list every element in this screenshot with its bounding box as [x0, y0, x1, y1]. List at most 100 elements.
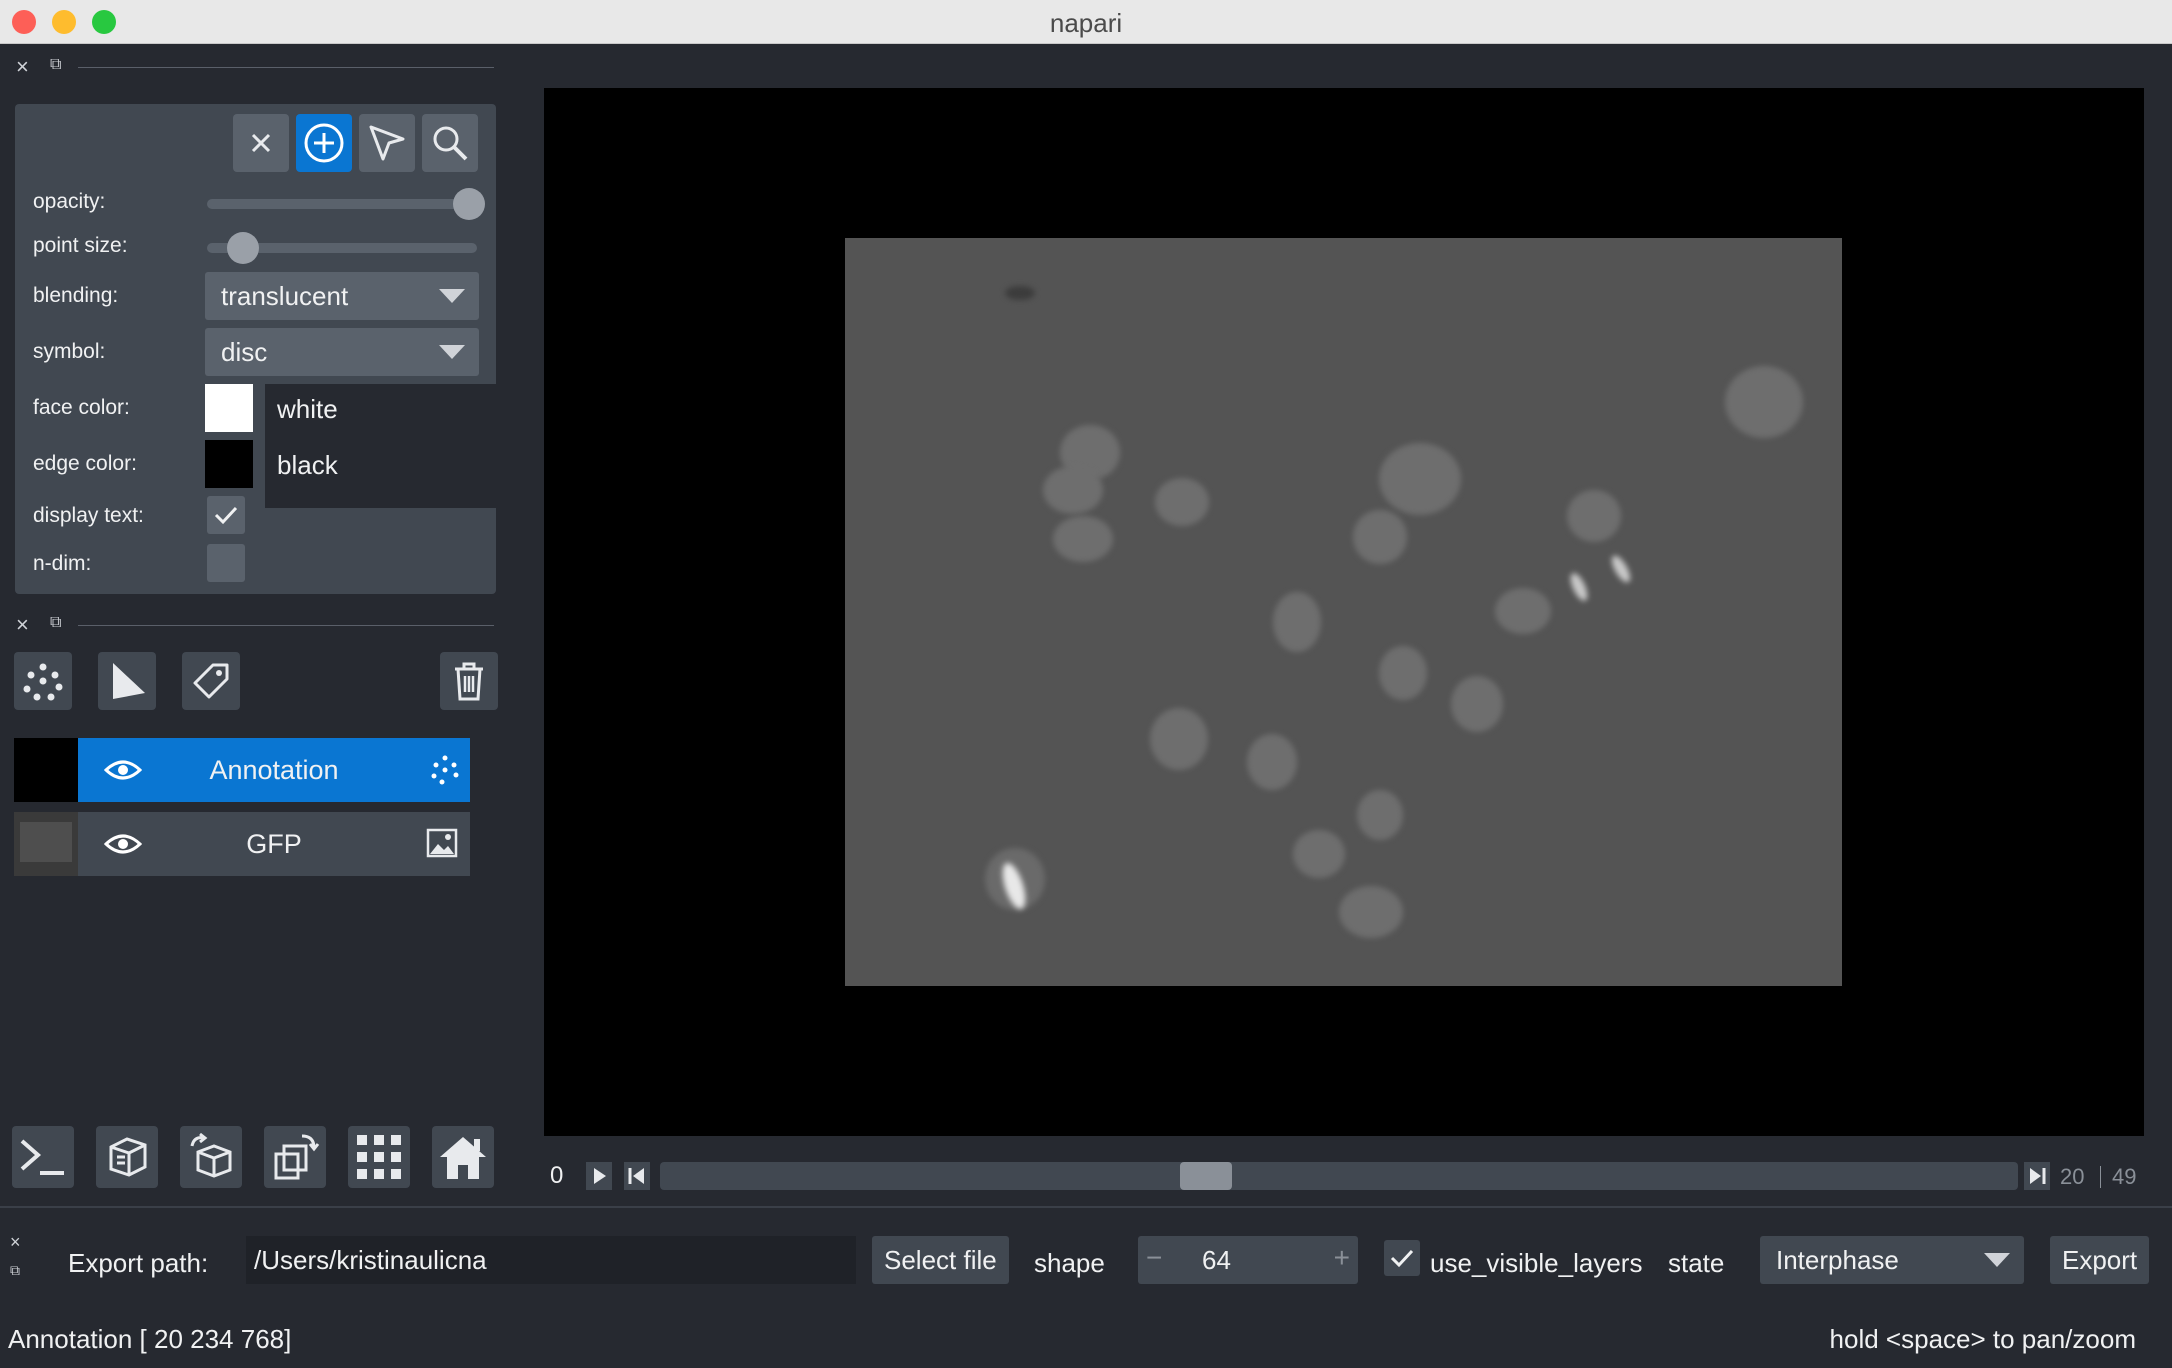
dims-slider-handle[interactable] [1180, 1162, 1232, 1190]
layer-item-annotation[interactable]: Annotation [78, 738, 470, 802]
add-circle-icon [304, 123, 344, 163]
chevron-down-icon [439, 345, 465, 359]
display-text-checkbox[interactable] [207, 496, 245, 534]
skip-forward-icon [2030, 1168, 2046, 1184]
dims-axis-label: 0 [550, 1162, 564, 1189]
arrow-cursor-icon [369, 125, 405, 161]
viewer-canvas[interactable] [544, 88, 2144, 1136]
trash-icon [455, 662, 483, 701]
layer-name[interactable]: GFP [78, 829, 470, 860]
export-widget: × ⧉ Export path: /Users/kristinaulicna S… [0, 1206, 2172, 1310]
float-dock-icon[interactable]: ⧉ [50, 56, 61, 74]
new-points-layer-button[interactable] [14, 652, 72, 710]
step-first-button[interactable] [624, 1162, 650, 1190]
shape-value[interactable]: 64 [1202, 1245, 1231, 1276]
zoom-icon [433, 126, 468, 161]
opacity-slider[interactable] [207, 188, 485, 220]
transpose-icon [274, 1134, 320, 1180]
increment-button[interactable]: + [1334, 1242, 1350, 1274]
state-label: state [1668, 1248, 1725, 1278]
status-message: Annotation [ 20 234 768] [8, 1324, 292, 1354]
state-value: Interphase [1776, 1245, 1899, 1275]
reset-view-button[interactable] [432, 1126, 494, 1188]
new-labels-layer-button[interactable] [182, 652, 240, 710]
layer-name[interactable]: Annotation [78, 755, 470, 786]
dims-current-value[interactable]: 20 [2060, 1164, 2084, 1190]
play-icon [594, 1168, 606, 1184]
chevron-down-icon [1984, 1253, 2010, 1267]
select-file-button[interactable]: Select file [872, 1236, 1009, 1284]
shape-spinbox[interactable]: − 64 + [1138, 1236, 1358, 1284]
opacity-label: opacity: [33, 190, 106, 213]
points-layer-type-icon [431, 755, 459, 785]
chevron-down-icon [439, 289, 465, 303]
image-layer-type-icon [426, 828, 458, 858]
roll-cube-icon [190, 1132, 232, 1178]
cube-2d-3d-icon [109, 1137, 147, 1177]
point-size-label: point size: [33, 234, 128, 257]
close-dock-icon[interactable]: × [10, 1232, 21, 1253]
transpose-dims-button[interactable] [264, 1126, 326, 1188]
dims-slider-track[interactable] [660, 1162, 2018, 1190]
step-last-button[interactable] [2024, 1162, 2050, 1190]
terminal-icon [20, 1139, 64, 1175]
select-points-button[interactable] [359, 114, 415, 172]
console-button[interactable] [12, 1126, 74, 1188]
point-size-slider[interactable] [207, 232, 477, 264]
face-color-swatch[interactable] [205, 384, 253, 432]
shape-label: shape [1034, 1248, 1105, 1278]
state-dropdown[interactable]: Interphase [1760, 1236, 2024, 1284]
dock-divider [78, 625, 494, 626]
display-text-label: display text: [33, 504, 144, 527]
use-visible-layers-label: use_visible_layers [1430, 1248, 1643, 1278]
layer-item-gfp[interactable]: GFP [78, 812, 470, 876]
grid-view-button[interactable] [348, 1126, 410, 1188]
polygon-icon [113, 663, 145, 699]
gfp-microscopy-image [845, 238, 1842, 986]
skip-back-icon [628, 1168, 644, 1184]
points-icon [23, 663, 63, 701]
close-icon [251, 133, 271, 153]
annotation-layer-thumbnail [14, 738, 78, 802]
export-path-label: Export path: [68, 1248, 209, 1278]
float-dock-icon[interactable]: ⧉ [10, 1262, 20, 1279]
opacity-slider-handle[interactable] [453, 188, 485, 220]
toggle-ndisplay-button[interactable] [96, 1126, 158, 1188]
symbol-value: disc [221, 337, 268, 367]
pan-zoom-button[interactable] [422, 114, 478, 172]
close-dock-icon[interactable]: × [16, 54, 29, 80]
blending-value: translucent [221, 281, 349, 311]
grid-icon [357, 1135, 401, 1179]
gfp-layer-thumbnail [14, 812, 78, 876]
symbol-label: symbol: [33, 340, 106, 363]
decrement-button[interactable]: − [1146, 1242, 1162, 1274]
dock-divider [78, 67, 494, 68]
window-title-bar: napari [0, 0, 2172, 44]
float-dock-icon[interactable]: ⧉ [50, 614, 61, 632]
dims-slider-bar: 0 20 49 [544, 1152, 2144, 1200]
add-points-button[interactable] [296, 114, 352, 172]
export-button[interactable]: Export [2050, 1236, 2150, 1284]
delete-selected-points-button[interactable] [233, 114, 289, 172]
use-visible-layers-checkbox[interactable] [1384, 1240, 1420, 1276]
blending-dropdown[interactable]: translucent [205, 272, 479, 320]
checkmark-icon [214, 506, 238, 525]
n-dim-checkbox[interactable] [207, 544, 245, 582]
window-title: napari [1049, 8, 1123, 38]
new-shapes-layer-button[interactable] [98, 652, 156, 710]
close-dock-icon[interactable]: × [16, 612, 29, 638]
layer-list-dock-header: × ⧉ [0, 612, 500, 638]
edge-color-swatch[interactable] [205, 440, 253, 488]
point-size-slider-handle[interactable] [227, 232, 259, 264]
delete-layer-button[interactable] [440, 652, 498, 710]
edge-color-input[interactable]: black [265, 440, 503, 508]
blending-label: blending: [33, 284, 119, 307]
play-button[interactable] [586, 1162, 612, 1190]
symbol-dropdown[interactable]: disc [205, 328, 479, 376]
dims-separator [2100, 1166, 2101, 1188]
roll-dims-button[interactable] [180, 1126, 242, 1188]
checkmark-icon [1390, 1249, 1414, 1268]
status-help-hint: hold <space> to pan/zoom [1829, 1324, 2136, 1354]
tag-icon [193, 663, 229, 699]
export-path-input[interactable]: /Users/kristinaulicna [246, 1236, 856, 1284]
